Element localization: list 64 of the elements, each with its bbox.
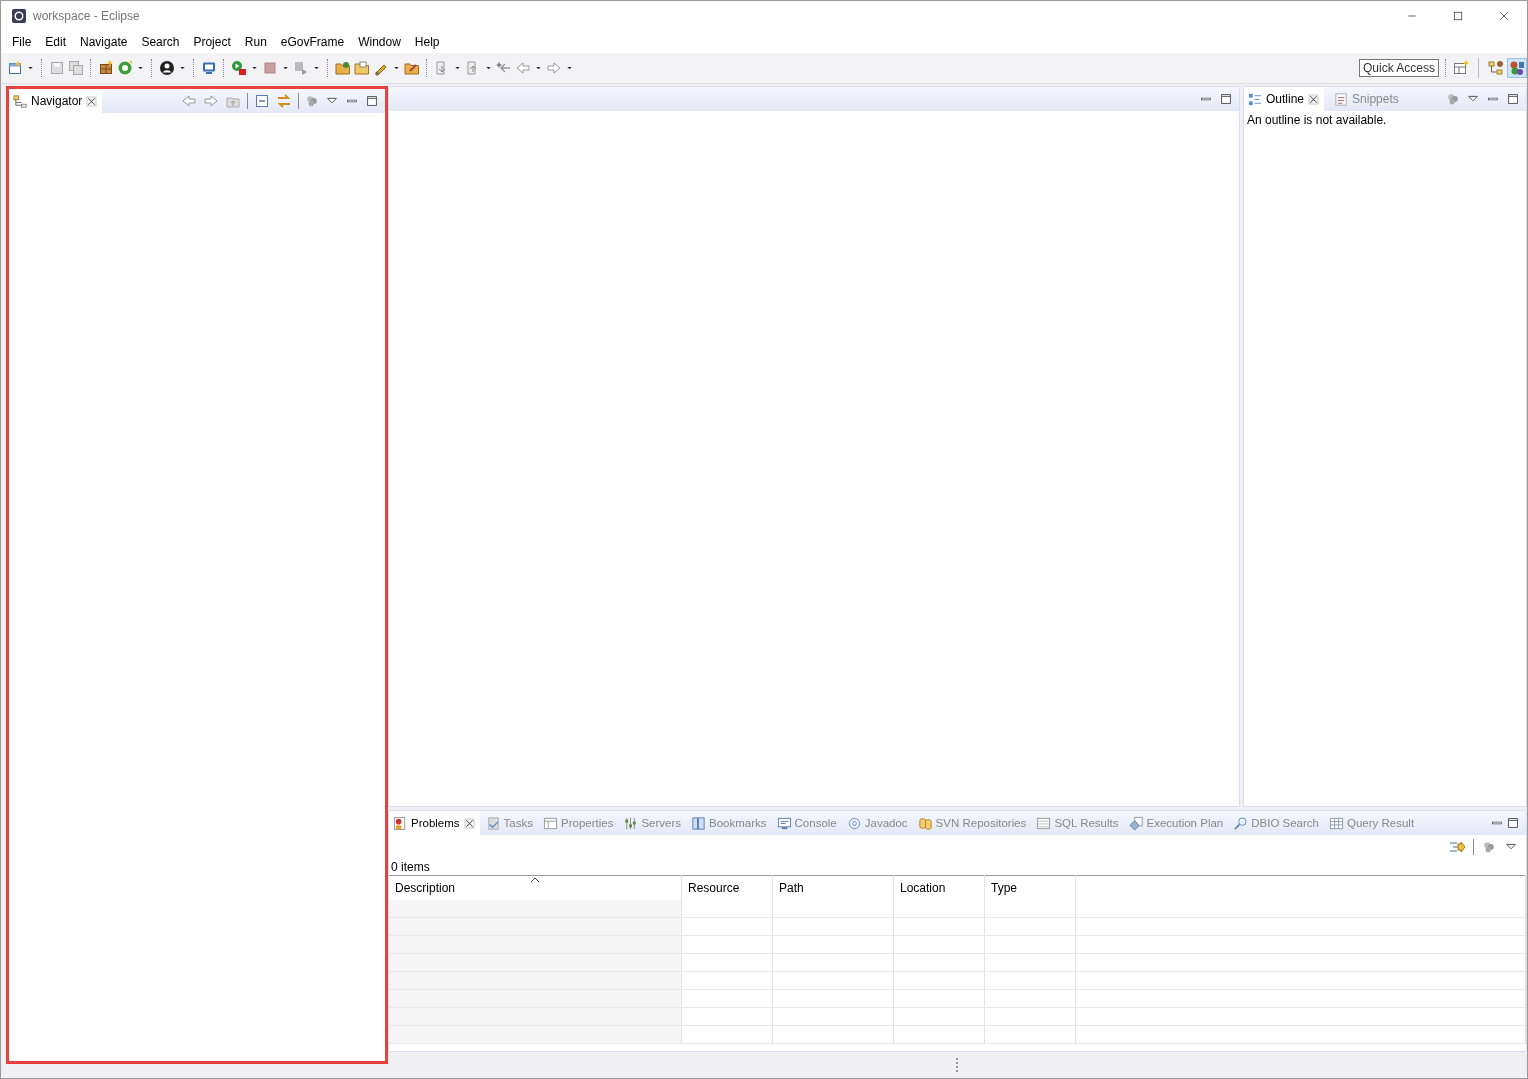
close-icon[interactable] bbox=[1498, 10, 1510, 22]
table-icon[interactable] bbox=[543, 815, 558, 831]
table-icon[interactable] bbox=[1036, 815, 1052, 831]
menu-item[interactable]: Navigate bbox=[73, 35, 135, 49]
sliders-icon[interactable] bbox=[623, 815, 639, 831]
status-bar-handle[interactable] bbox=[955, 1058, 960, 1072]
close-icon[interactable] bbox=[85, 94, 99, 108]
column-header[interactable]: Resource bbox=[681, 875, 773, 900]
sort-caret-icon bbox=[530, 876, 540, 884]
menu-item[interactable]: eGovFrame bbox=[273, 35, 352, 49]
run-server-icon[interactable] bbox=[231, 60, 247, 76]
focus-icon[interactable] bbox=[1449, 839, 1465, 855]
problems-icon[interactable] bbox=[393, 815, 408, 831]
magnifier-icon[interactable] bbox=[1233, 815, 1249, 831]
package-icon[interactable] bbox=[98, 60, 114, 76]
back-arrow-icon[interactable] bbox=[181, 93, 197, 109]
open-folder-icon[interactable] bbox=[354, 60, 370, 76]
link-editor-icon[interactable] bbox=[276, 93, 292, 109]
monitor-icon[interactable] bbox=[201, 60, 217, 76]
eclipse-logo-icon[interactable] bbox=[11, 8, 27, 24]
filter-icon[interactable] bbox=[1482, 840, 1496, 854]
menu-item[interactable]: Window bbox=[351, 35, 408, 49]
user-icon[interactable] bbox=[159, 60, 175, 76]
maximize-icon[interactable] bbox=[1219, 92, 1233, 106]
maximize-icon[interactable] bbox=[365, 94, 379, 108]
view-tab[interactable]: Navigator bbox=[9, 89, 103, 113]
view-tab[interactable]: Outline bbox=[1244, 87, 1325, 111]
snippet-icon[interactable] bbox=[1334, 91, 1350, 107]
close-icon[interactable] bbox=[462, 816, 476, 830]
grid-icon[interactable] bbox=[1329, 815, 1344, 831]
outline-list-icon[interactable] bbox=[1248, 91, 1263, 107]
menu-item[interactable]: Help bbox=[407, 35, 447, 49]
filter-icon[interactable] bbox=[305, 94, 319, 108]
close-icon[interactable] bbox=[1307, 92, 1321, 106]
monitor-icon[interactable] bbox=[776, 815, 792, 831]
maximize-icon[interactable] bbox=[1506, 816, 1520, 830]
column-header[interactable]: Location bbox=[893, 875, 985, 900]
menu-item[interactable]: Run bbox=[237, 35, 274, 49]
quick-access-field[interactable]: Quick Access bbox=[1358, 59, 1439, 77]
folder-icon[interactable] bbox=[404, 60, 420, 76]
column-header[interactable]: Path bbox=[772, 875, 894, 900]
folder-icon[interactable] bbox=[335, 60, 351, 76]
hierarchy-icon[interactable] bbox=[1488, 60, 1504, 76]
navigator-tree-icon[interactable] bbox=[13, 93, 28, 109]
maximize-icon[interactable] bbox=[1452, 10, 1464, 22]
menu-item[interactable]: File bbox=[5, 35, 39, 49]
item-count: 0 items bbox=[390, 859, 431, 875]
column-header[interactable]: Type bbox=[984, 875, 1076, 900]
menu-item[interactable]: Project bbox=[186, 35, 238, 49]
clipboard-check-icon[interactable] bbox=[485, 815, 501, 831]
open-perspective-icon[interactable] bbox=[1453, 60, 1469, 76]
outline-message: An outline is not available. bbox=[1246, 112, 1388, 129]
maximize-icon[interactable] bbox=[1506, 92, 1520, 106]
cylinders-icon[interactable] bbox=[917, 815, 933, 831]
book-icon[interactable] bbox=[691, 815, 707, 831]
menu-item[interactable]: Search bbox=[134, 35, 187, 49]
menu-item[interactable]: Edit bbox=[38, 35, 74, 49]
forward-arrow-icon[interactable] bbox=[203, 93, 219, 109]
view-tab[interactable]: Problems bbox=[389, 811, 480, 835]
filter-icon[interactable] bbox=[1446, 92, 1460, 106]
floppy-disks-icon[interactable] bbox=[68, 60, 84, 76]
window-title: workspace - Eclipse bbox=[33, 9, 141, 23]
collapse-all-icon[interactable] bbox=[254, 93, 270, 109]
document-icon[interactable] bbox=[7, 60, 23, 76]
